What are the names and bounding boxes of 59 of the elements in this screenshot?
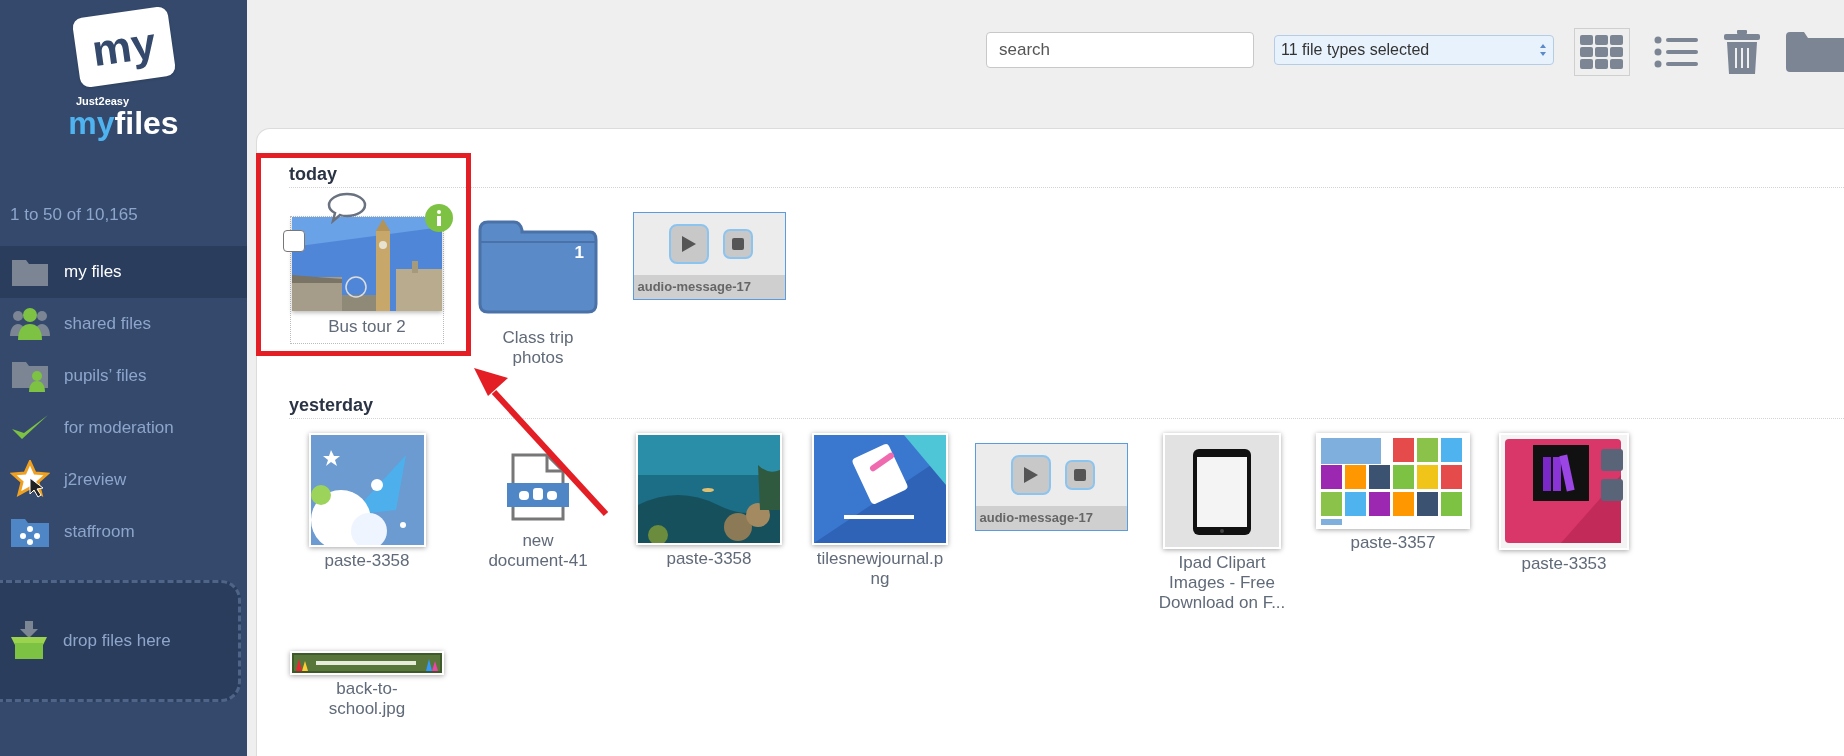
trash-icon (1724, 30, 1760, 74)
nav-item[interactable]: my files (0, 246, 247, 298)
folder-tile[interactable]: 1 (476, 220, 600, 314)
audio-player[interactable]: audio-message-17 (632, 212, 786, 300)
logo-name: my (68, 107, 115, 139)
stop-button[interactable] (723, 229, 753, 259)
audio-name: audio-message-17 (975, 506, 1127, 530)
people-icon (10, 306, 50, 342)
file-name: paste-3358 (323, 551, 411, 571)
file-name: Ipad Clipart Images - Free Download on F... (1158, 553, 1286, 613)
file-name: new document-41 (487, 531, 589, 571)
file-name: paste-3358 (665, 549, 753, 569)
checkbox[interactable] (283, 230, 305, 252)
nav-item[interactable]: for moderation (0, 402, 247, 454)
file-name: paste-3357 (1349, 533, 1437, 553)
logo-badge-text: my (88, 20, 159, 74)
box-icon (9, 621, 49, 661)
file-name: tilesnewjournal.png (816, 549, 944, 589)
file-count: 1 to 50 of 10,165 (9, 204, 139, 226)
info-icon[interactable] (425, 204, 453, 232)
updown-icon (1539, 43, 1547, 57)
file-tile[interactable]: Bus tour 2 (290, 216, 444, 344)
nav-item[interactable]: staffroom (0, 506, 247, 558)
delete-button[interactable] (1722, 28, 1762, 76)
file-name: Bus tour 2 (327, 316, 407, 338)
play-button[interactable] (1011, 455, 1051, 495)
item-count: 1 (574, 242, 584, 264)
folder-icon (1784, 32, 1844, 72)
audio-name: audio-message-17 (633, 275, 785, 299)
play-icon (681, 235, 697, 253)
star-cursor-icon (10, 460, 50, 500)
file-type-dropdown[interactable]: 11 file types selected (1274, 35, 1554, 65)
staffroom-folder-icon (10, 516, 50, 548)
stop-icon (732, 238, 744, 250)
nav-item[interactable]: j2review (0, 454, 247, 506)
nav-item[interactable]: pupils’ files (0, 350, 247, 402)
info-glyph-icon (436, 210, 442, 226)
audio-player[interactable]: audio-message-17 (974, 443, 1128, 531)
document-icon (505, 453, 571, 521)
logo-brand: Just2easy (75, 96, 130, 107)
file-name: Class trip photos (501, 328, 575, 368)
section-heading: yesterday (289, 395, 374, 415)
search-field[interactable]: search (986, 32, 1254, 68)
file-name: paste-3353 (1520, 554, 1608, 574)
play-button[interactable] (669, 224, 709, 264)
comment-icon (327, 192, 367, 224)
folder-icon (476, 220, 600, 314)
folder-person-icon (10, 359, 50, 393)
play-icon (1023, 466, 1039, 484)
logo-name: files (114, 107, 179, 139)
stop-icon (1074, 469, 1086, 481)
grid-icon (1580, 35, 1624, 69)
list-icon (1654, 36, 1698, 68)
drop-zone[interactable]: drop files here (0, 580, 241, 702)
nav-item[interactable]: shared files (0, 298, 247, 350)
file-name: back-to-school.jpg (327, 679, 407, 719)
section-heading: today (289, 164, 337, 184)
grid-view-button[interactable] (1574, 28, 1630, 76)
stop-button[interactable] (1065, 460, 1095, 490)
